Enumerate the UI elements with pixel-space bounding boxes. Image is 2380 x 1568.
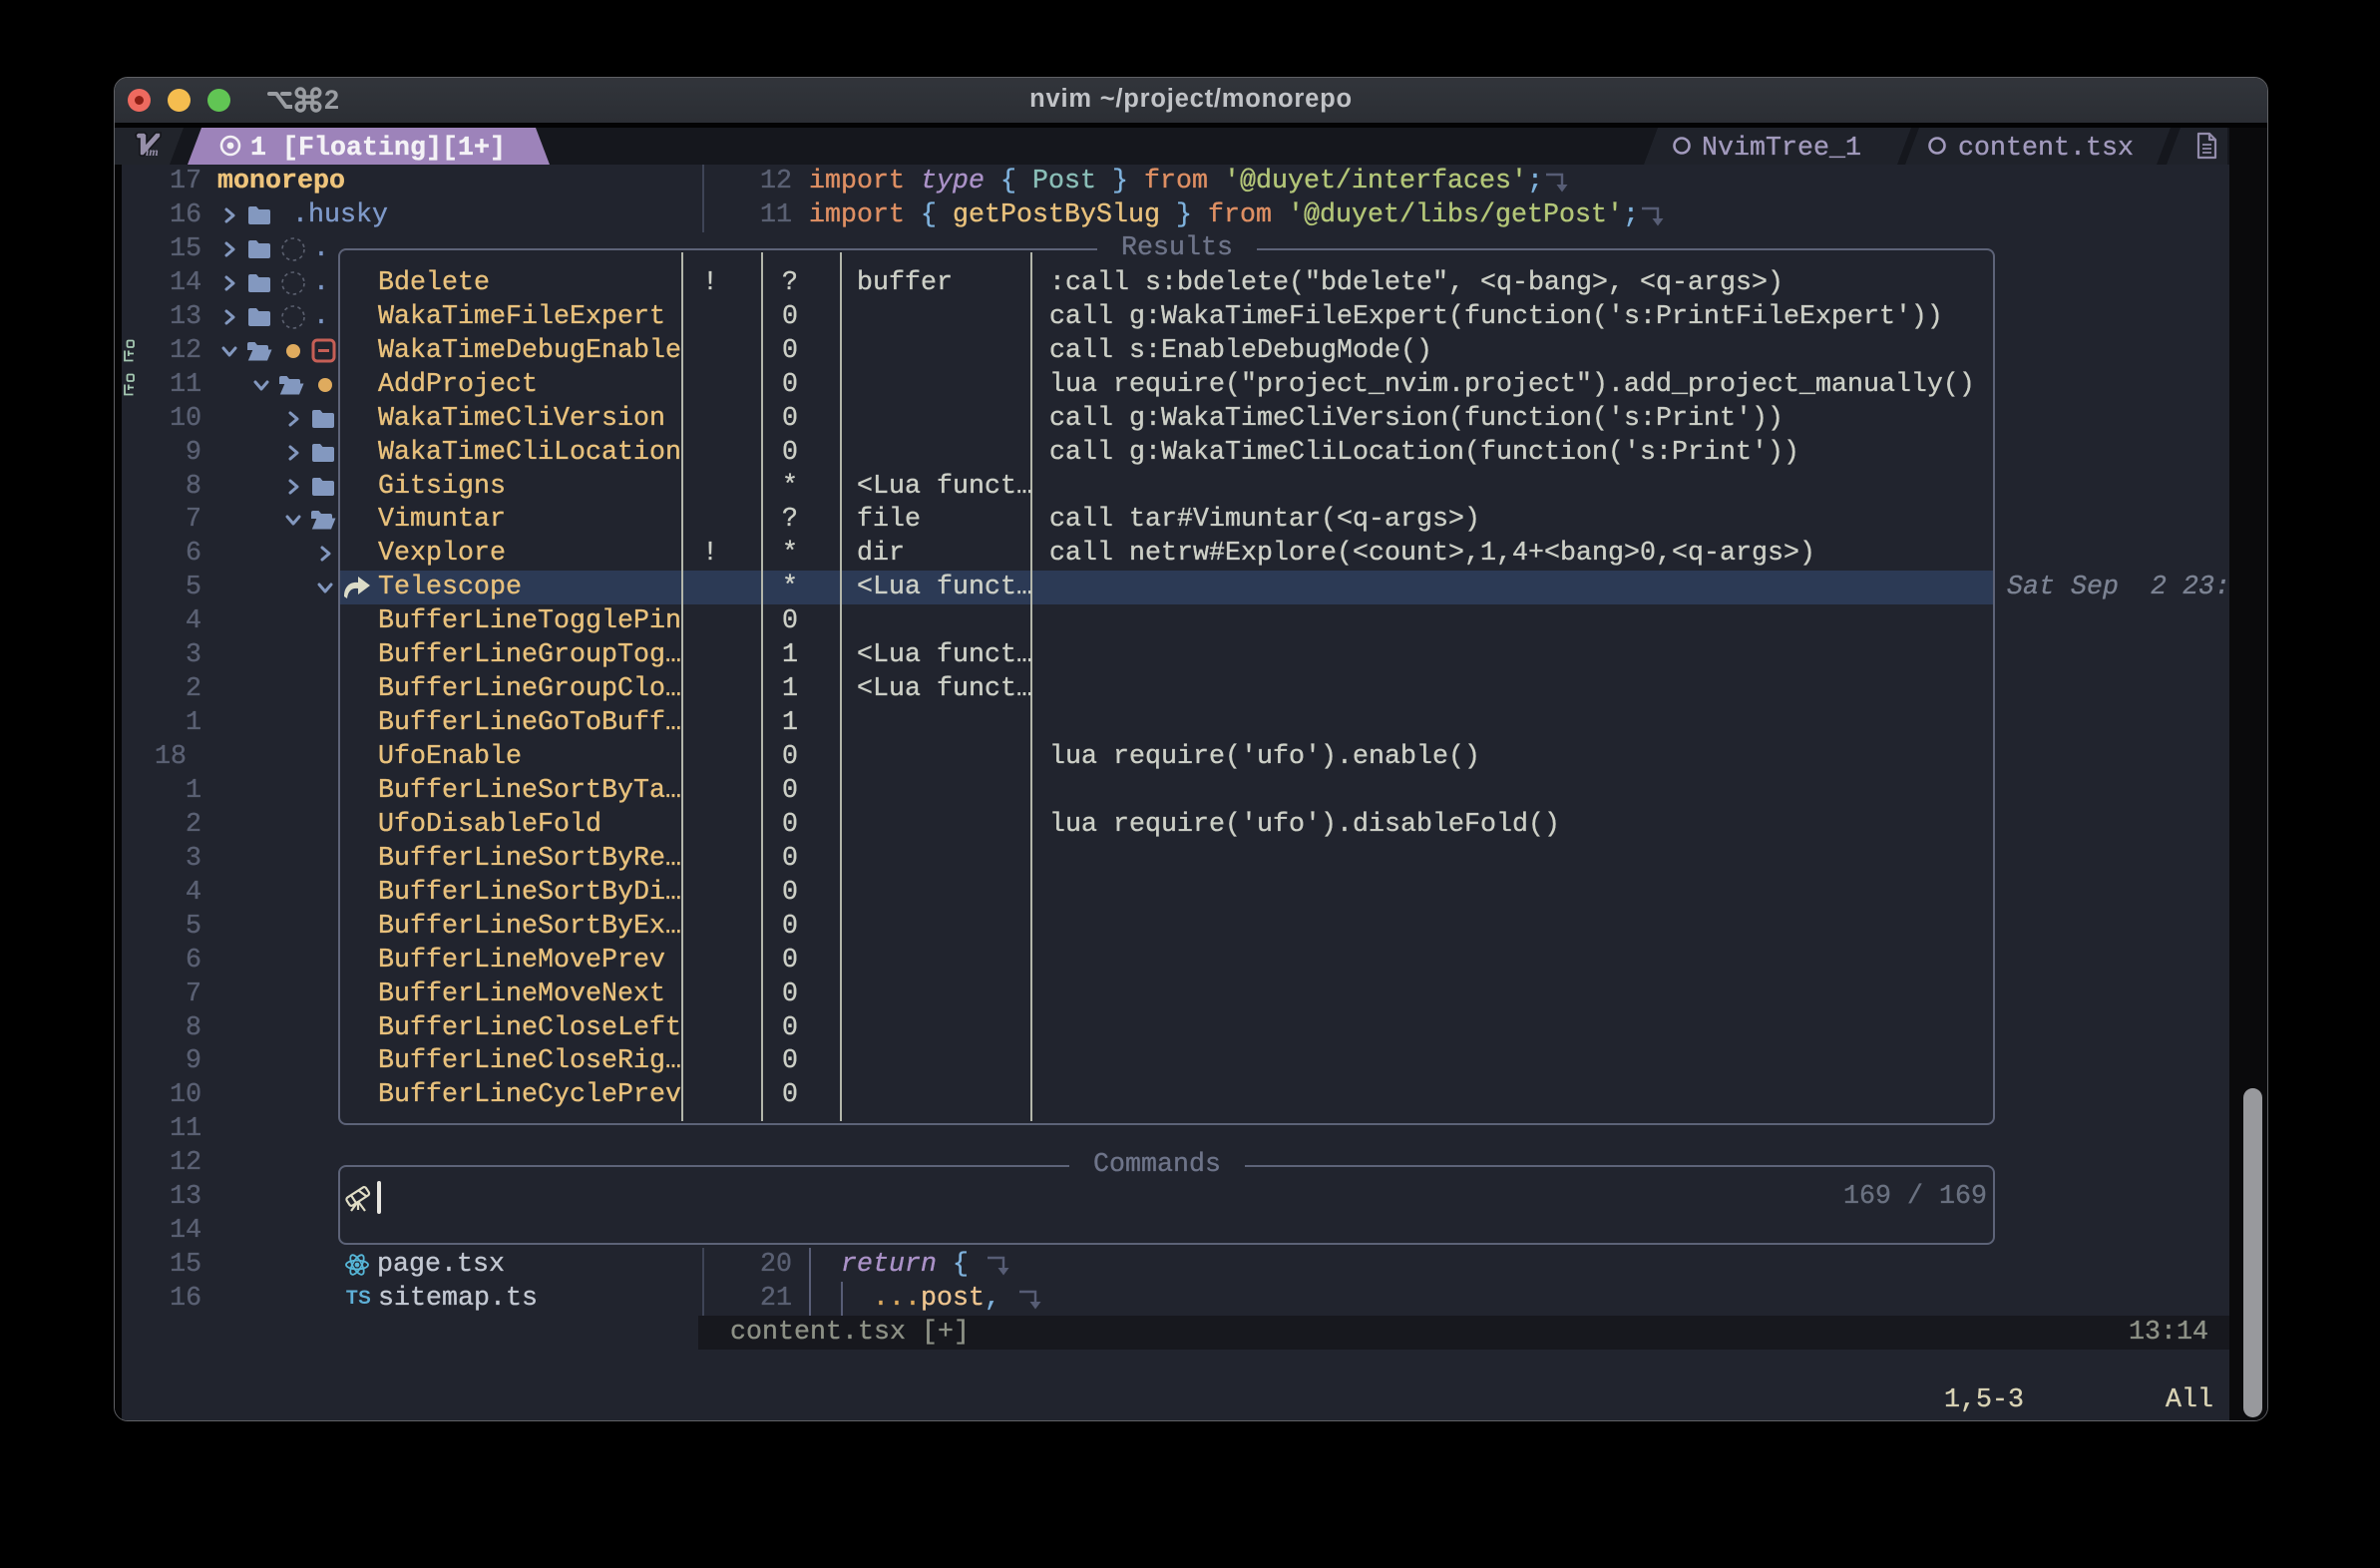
svg-text:im: im	[146, 145, 159, 159]
